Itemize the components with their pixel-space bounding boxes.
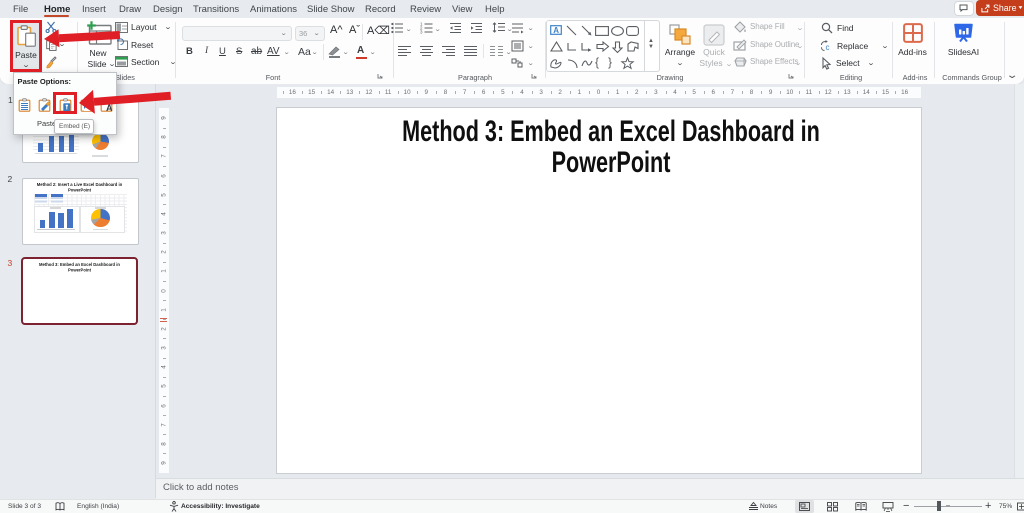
svg-text:3: 3 — [420, 30, 423, 35]
svg-text:A: A — [553, 26, 559, 35]
svg-text:c: c — [826, 43, 830, 52]
